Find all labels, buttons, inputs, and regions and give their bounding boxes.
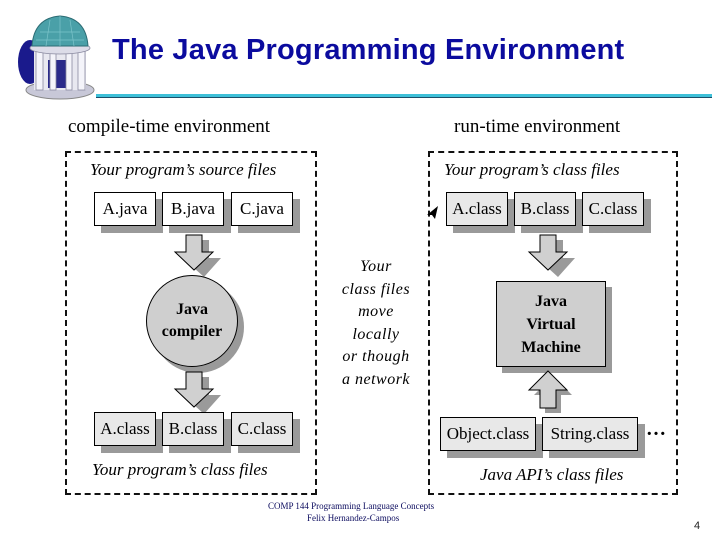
compiler-line-1: Java xyxy=(176,301,208,318)
api-class-files-caption: Java API’s class files xyxy=(480,465,624,484)
title-divider xyxy=(96,94,712,98)
arrow-down-icon xyxy=(173,371,221,414)
api-more-ellipsis: … xyxy=(646,418,668,440)
runtime-class-b: B.class xyxy=(514,192,576,226)
footer-author: Felix Hernandez-Campos xyxy=(307,513,400,523)
jvm-line-1: Java xyxy=(535,292,567,310)
arrow-down-icon xyxy=(173,234,221,277)
old-well-icon xyxy=(18,15,95,100)
compiler-line-2: compiler xyxy=(161,323,223,340)
source-files-caption: Your program’s source files xyxy=(90,160,277,179)
run-time-heading: run-time environment xyxy=(454,116,621,137)
compiled-class-a: A.class xyxy=(94,412,156,446)
compiled-class-c: C.class xyxy=(231,412,293,446)
compile-time-heading: compile-time environment xyxy=(68,116,271,137)
arrow-down-icon xyxy=(527,234,575,277)
api-string-class: String.class xyxy=(542,417,638,451)
arrowhead-icon xyxy=(427,206,438,219)
transfer-note-line: Your xyxy=(360,258,392,275)
java-compiler: Java compiler xyxy=(146,275,238,367)
arrow-up-icon xyxy=(527,370,572,413)
transfer-note-line: move xyxy=(358,303,394,320)
page-number: 4 xyxy=(694,520,701,532)
class-files-caption: Your program’s class files xyxy=(92,460,268,479)
footer-course: COMP 144 Programming Language Concepts xyxy=(268,501,435,511)
jvm-line-3: Machine xyxy=(521,338,581,356)
runtime-class-c: C.class xyxy=(582,192,644,226)
runtime-class-a: A.class xyxy=(446,192,508,226)
runtime-class-files-caption: Your program’s class files xyxy=(444,160,620,179)
transfer-note-line: a network xyxy=(341,370,411,388)
transfer-note: Your class files move locally or though … xyxy=(326,256,426,391)
source-file-b: B.java xyxy=(162,192,224,226)
compiled-class-b: B.class xyxy=(162,412,224,446)
api-object-class: Object.class xyxy=(440,417,536,451)
transfer-note-line: or though xyxy=(342,348,410,365)
jvm-line-2: Virtual xyxy=(526,315,576,333)
transfer-note-line: class files xyxy=(341,280,411,298)
source-file-a: A.java xyxy=(94,192,156,226)
source-file-c: C.java xyxy=(231,192,293,226)
java-virtual-machine: Java Virtual Machine xyxy=(496,281,606,367)
transfer-note-line: locally xyxy=(352,325,400,343)
slide-title: The Java Programming Environment xyxy=(112,34,625,66)
